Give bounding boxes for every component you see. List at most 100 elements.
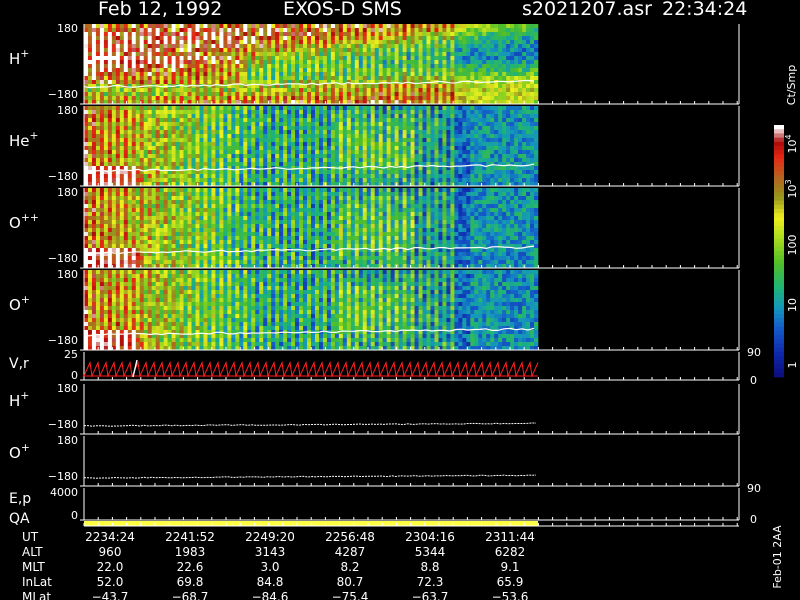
heatmap-cell [454, 134, 459, 139]
heatmap-cell [502, 146, 507, 151]
heatmap-cell [390, 96, 395, 101]
heatmap-cell [303, 118, 308, 123]
heatmap-cell [518, 52, 523, 57]
heatmap-cell [147, 162, 152, 167]
heatmap-cell [143, 192, 149, 197]
heatmap-cell [111, 150, 117, 155]
heatmap-cell [442, 114, 447, 119]
heatmap-cell [454, 72, 459, 77]
heatmap-cell [267, 80, 272, 85]
heatmap-cell [458, 178, 463, 183]
heatmap-cell [326, 134, 332, 139]
heatmap-cell [454, 64, 459, 69]
heatmap-cell [462, 154, 467, 159]
heatmap-cell [299, 72, 304, 77]
heatmap-cell [287, 40, 292, 45]
heatmap-cell [299, 106, 304, 111]
heatmap-cell [330, 162, 336, 167]
heatmap-cell [534, 178, 539, 183]
heatmap-cell [314, 92, 320, 97]
heatmap-cell [486, 134, 491, 139]
heatmap-cell [171, 28, 176, 33]
heatmap-cell [84, 96, 89, 101]
heatmap-cell [534, 154, 539, 159]
heatmap-cell [430, 72, 435, 77]
heatmap-cell [279, 32, 284, 37]
heatmap-cell [167, 72, 172, 77]
heatmap-cell [143, 208, 149, 213]
heatmap-cell [183, 134, 188, 139]
heatmap-cell [398, 126, 403, 131]
heatmap-cell [151, 96, 156, 101]
heatmap-cell [95, 248, 101, 253]
heatmap-cell [514, 96, 519, 101]
heatmap-cell [494, 68, 499, 73]
heatmap-cell [526, 134, 531, 139]
heatmap-cell [187, 174, 192, 179]
heatmap-cell [303, 44, 308, 49]
heatmap-cell [322, 44, 328, 49]
heatmap-cell [406, 150, 411, 155]
heatmap-cell [299, 122, 304, 127]
heatmap-cell [99, 28, 105, 33]
heatmap-cell [318, 68, 324, 73]
heatmap-cell [99, 84, 105, 89]
heatmap-cell [287, 134, 292, 139]
heatmap-cell [103, 130, 109, 135]
heatmap-cell [151, 138, 156, 143]
heatmap-cell [418, 142, 423, 147]
heatmap-cell [358, 52, 364, 57]
heatmap-cell [131, 228, 137, 233]
heatmap-cell [303, 106, 308, 111]
heatmap-cell [291, 122, 296, 127]
heatmap-cell [84, 162, 89, 167]
heatmap-cell [422, 126, 427, 131]
heatmap-cell [119, 88, 125, 93]
heatmap-cell [446, 44, 451, 49]
heatmap-cell [382, 28, 387, 33]
heatmap-cell [334, 40, 340, 45]
heatmap-cell [358, 118, 364, 123]
heatmap-cell [131, 146, 137, 151]
heatmap-cell [239, 76, 244, 81]
heatmap-cell [350, 72, 356, 77]
heatmap-cell [422, 76, 427, 81]
heatmap-cell [87, 52, 93, 57]
heatmap-cell [299, 142, 304, 147]
heatmap-cell [374, 36, 379, 41]
heatmap-cell [255, 118, 260, 123]
heatmap-cell [111, 166, 117, 171]
heatmap-cell [314, 178, 320, 183]
heatmap-cell [295, 138, 300, 143]
heatmap-cell [287, 28, 292, 33]
heatmap-cell [506, 96, 511, 101]
heatmap-cell [326, 130, 332, 135]
heatmap-cell [91, 126, 97, 131]
heatmap-cell [303, 174, 308, 179]
heatmap-cell [514, 126, 519, 131]
heatmap-cell [211, 80, 216, 85]
heatmap-cell [239, 130, 244, 135]
heatmap-cell [87, 154, 93, 159]
heatmap-cell [299, 92, 304, 97]
heatmap-cell [466, 106, 471, 111]
heatmap-cell [318, 114, 324, 119]
heatmap-cell [530, 158, 535, 163]
heatmap-cell [494, 96, 499, 101]
heatmap-cell [346, 32, 352, 37]
heatmap-cell [350, 106, 356, 111]
heatmap-cell [350, 32, 356, 37]
panel-y-max: 180 [57, 104, 78, 117]
heatmap-cell [382, 126, 387, 131]
heatmap-cell [402, 170, 407, 175]
heatmap-cell [203, 150, 208, 155]
heatmap-cell [303, 178, 308, 183]
heatmap-cell [406, 142, 411, 147]
heatmap-cell [143, 48, 149, 53]
heatmap-cell [99, 106, 105, 111]
heatmap-cell [342, 146, 348, 151]
heatmap-cell [510, 40, 515, 45]
heatmap-cell [394, 126, 399, 131]
heatmap-cell [338, 28, 344, 33]
heatmap-cell [263, 106, 268, 111]
